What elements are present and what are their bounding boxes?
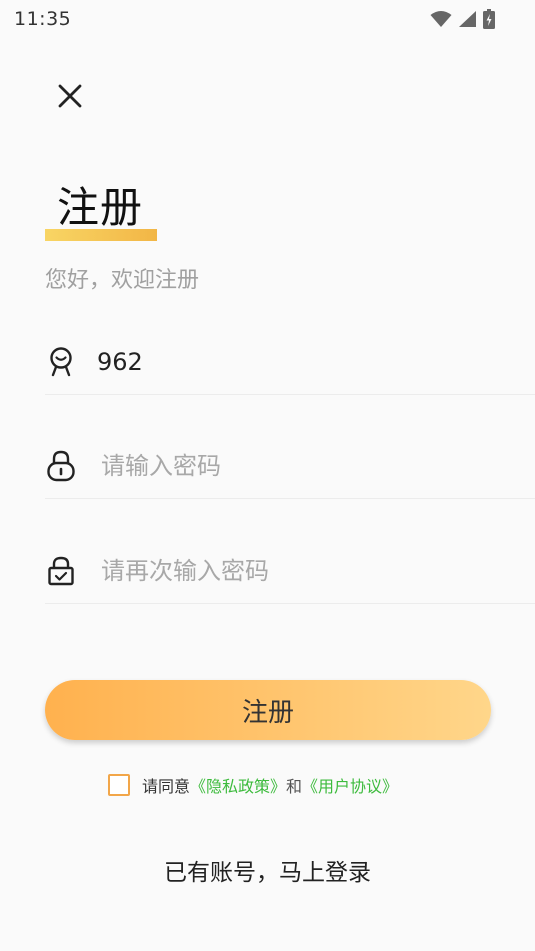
user-agreement-link[interactable]: 《用户协议》 xyxy=(302,773,398,797)
status-icons xyxy=(430,9,495,29)
agreement-checkbox[interactable] xyxy=(108,774,130,796)
status-bar: 11:35 xyxy=(0,0,535,38)
register-button[interactable]: 注册 xyxy=(45,680,491,740)
account-input[interactable] xyxy=(97,347,477,376)
confirm-password-input[interactable] xyxy=(101,556,481,585)
user-badge-icon xyxy=(45,346,77,378)
page-title: 注册 xyxy=(45,180,157,244)
lock-check-icon xyxy=(45,555,77,587)
close-icon xyxy=(58,84,82,112)
lock-icon xyxy=(45,450,77,482)
login-link[interactable]: 已有账号，马上登录 xyxy=(0,853,535,887)
password-field-row xyxy=(45,433,535,499)
page-title-text: 注册 xyxy=(57,183,144,232)
wifi-icon xyxy=(430,10,452,28)
password-input[interactable] xyxy=(101,451,481,480)
cellular-signal-icon xyxy=(458,10,477,28)
confirm-password-field-row xyxy=(45,538,535,604)
agreement-prefix: 请同意 xyxy=(142,777,191,796)
battery-charging-icon xyxy=(483,9,495,29)
account-field-row xyxy=(45,329,535,395)
agreement-row: 请同意 《隐私政策》 和 《用户协议》 xyxy=(108,772,398,798)
page-subtitle: 您好，欢迎注册 xyxy=(45,268,200,293)
register-screen: 11:35 注册 您好，欢迎注册 962 注册 请同意 《隐私政策》 和 《用户… xyxy=(0,0,535,951)
privacy-policy-link[interactable]: 《隐私政策》 xyxy=(190,773,286,797)
close-button[interactable] xyxy=(54,82,86,114)
status-time: 11:35 xyxy=(14,8,72,30)
agreement-connector: 和 xyxy=(286,777,303,796)
